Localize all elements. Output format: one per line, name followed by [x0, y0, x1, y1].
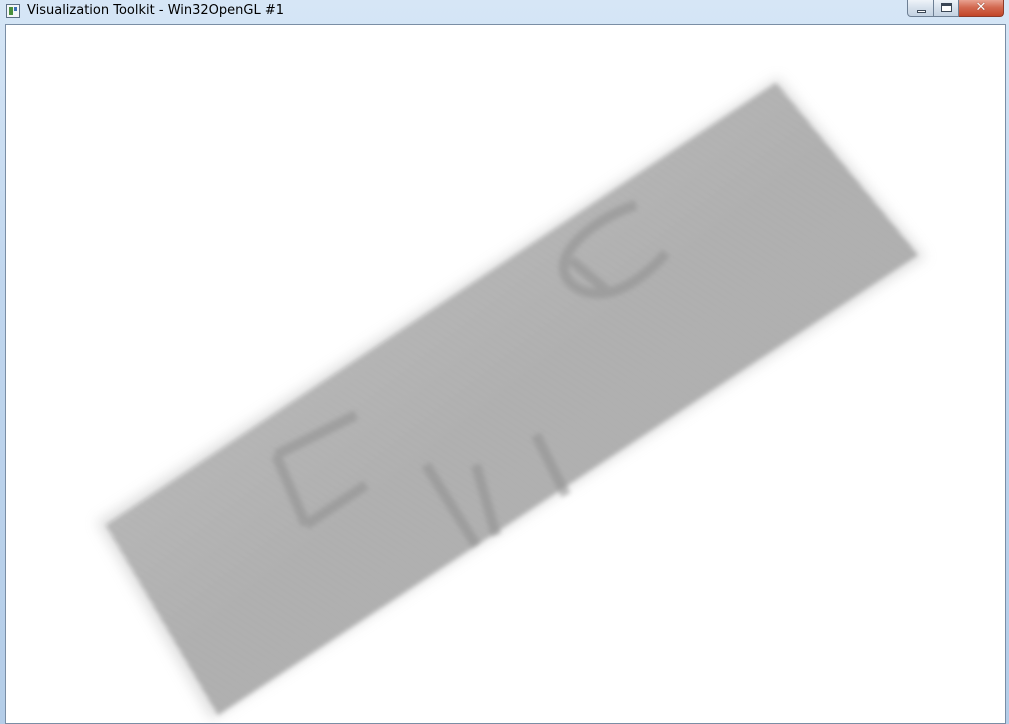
minimize-icon	[917, 10, 926, 13]
close-icon: ✕	[975, 0, 987, 15]
title-bar[interactable]: Visualization Toolkit - Win32OpenGL #1 ✕	[0, 0, 1009, 24]
close-button[interactable]: ✕	[959, 0, 1004, 17]
caption-buttons: ✕	[907, 0, 1004, 18]
window-title: Visualization Toolkit - Win32OpenGL #1	[27, 3, 284, 18]
volume-rendering-canvas[interactable]	[6, 25, 1005, 723]
vtk-window-icon[interactable]	[6, 4, 20, 18]
vtk-render-window: Visualization Toolkit - Win32OpenGL #1 ✕	[0, 0, 1009, 724]
volume-slab-shading	[106, 83, 918, 715]
render-viewport[interactable]	[5, 24, 1006, 724]
minimize-button[interactable]	[907, 0, 934, 17]
maximize-button[interactable]	[934, 0, 959, 17]
maximize-icon	[941, 3, 952, 12]
